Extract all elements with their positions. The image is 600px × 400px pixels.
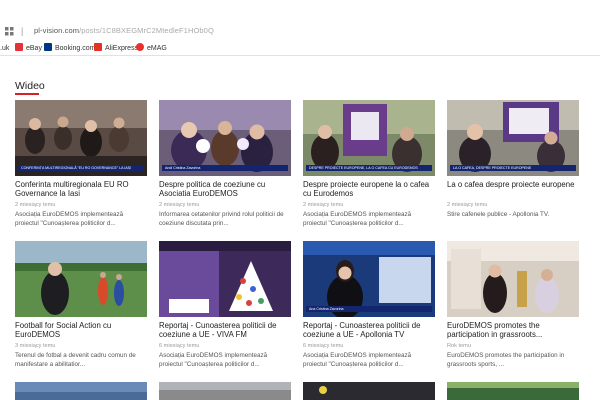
address-bar[interactable]: | pl-vision.com/posts/1C8BXEGMrC2MtedleF… (0, 24, 600, 40)
emag-icon (136, 43, 144, 51)
video-title[interactable]: Despre proiecte europene la o cafea cu E… (303, 180, 435, 199)
video-thumbnail-partial[interactable] (15, 382, 147, 400)
video-card-8[interactable]: EuroDEMOS promotes the participation in … (447, 241, 579, 370)
video-date: 6 miesiący temu (303, 343, 344, 349)
video-description: EuroDEMOS promotes the participation in … (447, 352, 565, 368)
video-card-6[interactable]: Reportaj - Cunoasterea politicii de coez… (159, 241, 291, 370)
video-thumbnail-partial[interactable] (303, 382, 435, 400)
video-thumbnail[interactable]: Andi Cristina Zavorina (159, 100, 291, 176)
video-description: Asociația EuroDEMOS implementează proiec… (303, 352, 412, 368)
video-title[interactable]: Football for Social Action cu EuroDEMOS (15, 321, 147, 340)
bookmark-emag[interactable]: eMAG (136, 43, 167, 55)
video-card-5[interactable]: Football for Social Action cu EuroDEMOS … (15, 241, 147, 370)
bookmark-ebay[interactable]: eBay (15, 43, 42, 55)
video-description: Asociația EuroDEMOS implementează proiec… (303, 211, 412, 227)
video-date: 2 miesiący temu (303, 202, 344, 208)
video-thumbnail[interactable] (159, 241, 291, 317)
video-thumbnail[interactable] (447, 241, 579, 317)
video-thumbnail-partial[interactable] (159, 382, 291, 400)
video-card-3[interactable]: DESPRE PROIECTE EUROPENE, LA O CAFEA CU … (303, 100, 435, 229)
video-thumbnail-image (15, 241, 147, 317)
video-thumbnail[interactable]: Ana Cristina Zavorina (303, 241, 435, 317)
section-title: Wideo (15, 80, 45, 92)
video-card-2[interactable]: Andi Cristina Zavorina Despre politica d… (159, 100, 291, 229)
video-thumbnail-image (447, 241, 579, 317)
video-caption: Andi Cristina Zavorina (162, 165, 288, 171)
bookmark-booking[interactable]: Booking.com (44, 43, 95, 55)
video-thumbnail[interactable] (15, 241, 147, 317)
video-thumbnail-image (159, 382, 291, 400)
bookmark-uk[interactable]: .uk (0, 43, 9, 55)
aliexpress-icon (94, 43, 102, 51)
video-title[interactable]: La o cafea despre proiecte europene (447, 180, 579, 199)
video-title[interactable]: EuroDEMOS promotes the participation in … (447, 321, 579, 340)
video-description: Stire cafenele publice - Apollonia TV. (447, 211, 550, 218)
section-title-underline (15, 93, 39, 95)
bookmark-aliexpress[interactable]: AliExpress (94, 43, 138, 55)
video-thumbnail-image (159, 241, 291, 317)
video-description: Informarea cetatenilor privind rolul pol… (159, 211, 284, 227)
video-thumbnail[interactable]: CONFERINȚA MULTIREGIONALĂ "EU RO GOVERNA… (15, 100, 147, 176)
video-card-7[interactable]: Ana Cristina Zavorina Reportaj - Cunoast… (303, 241, 435, 370)
video-thumbnail-image (447, 382, 579, 400)
video-caption: DESPRE PROIECTE EUROPENE, LA O CAFEA CU … (306, 165, 432, 171)
video-date: 2 miesiący temu (447, 202, 488, 208)
ebay-icon (15, 43, 23, 51)
video-date: Rok temu (447, 343, 471, 349)
video-caption: CONFERINȚA MULTIREGIONALĂ "EU RO GOVERNA… (18, 165, 144, 171)
video-title[interactable]: Conferinta multiregionala EU RO Governan… (15, 180, 147, 199)
video-title[interactable]: Reportaj - Cunoasterea politicii de coez… (303, 321, 435, 340)
video-title[interactable]: Despre politica de coeziune cu Asociatia… (159, 180, 291, 199)
video-caption: Ana Cristina Zavorina (306, 306, 432, 312)
video-description: Asociația EuroDEMOS implementează proiec… (15, 211, 124, 227)
video-description: Asociația EuroDEMOS implementează proiec… (159, 352, 268, 368)
booking-icon (44, 43, 52, 51)
video-date: 6 miesiący temu (159, 343, 200, 349)
video-date: 2 miesiący temu (15, 202, 56, 208)
video-description: Terenul de fotbal a devenit cadru comun … (15, 352, 136, 368)
video-thumbnail-image (303, 382, 435, 400)
video-thumbnail[interactable]: LA O CAFEA, DESPRE PROIECTE EUROPENE (447, 100, 579, 176)
video-caption: LA O CAFEA, DESPRE PROIECTE EUROPENE (450, 165, 576, 171)
video-card-4[interactable]: LA O CAFEA, DESPRE PROIECTE EUROPENE La … (447, 100, 579, 229)
url-text[interactable]: pl-vision.com/posts/1C8BXEGMrC2MtedleF1H… (34, 26, 214, 35)
video-thumbnail-image (15, 382, 147, 400)
video-date: 3 miesiący temu (15, 343, 56, 349)
video-title[interactable]: Reportaj - Cunoasterea politicii de coez… (159, 321, 291, 340)
separator-icon: | (21, 26, 24, 36)
video-thumbnail-partial[interactable] (447, 382, 579, 400)
video-date: 2 miesiący temu (159, 202, 200, 208)
video-card-1[interactable]: CONFERINȚA MULTIREGIONALĂ "EU RO GOVERNA… (15, 100, 147, 229)
apps-grid-icon[interactable] (5, 27, 14, 36)
video-thumbnail[interactable]: DESPRE PROIECTE EUROPENE, LA O CAFEA CU … (303, 100, 435, 176)
bookmarks-bar: .uk eBay Booking.com AliExpress eMAG (0, 42, 600, 56)
